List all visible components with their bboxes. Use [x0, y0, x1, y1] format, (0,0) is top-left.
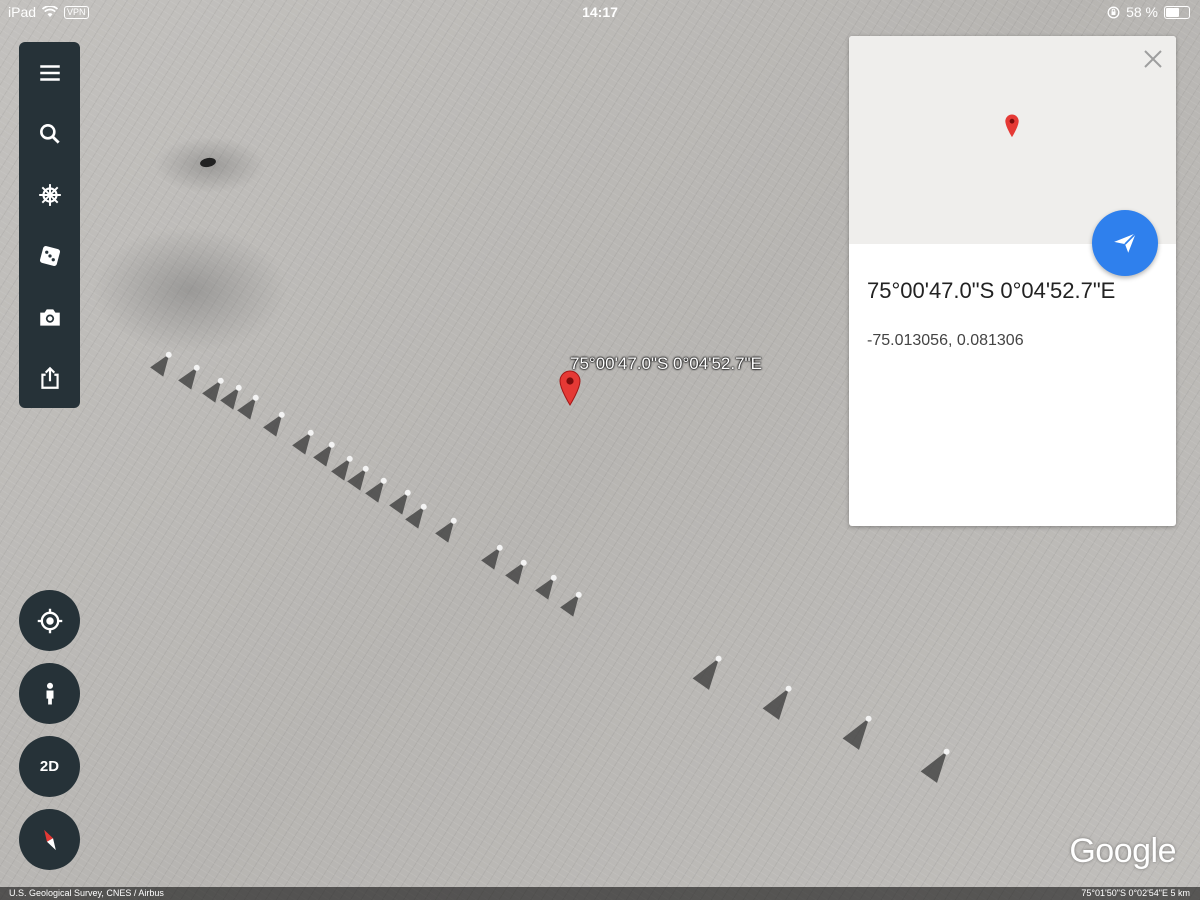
mountain-peak: [263, 409, 289, 437]
cursor-coordinates: 75°01'50"S 0°02'54"E 5 km: [1081, 888, 1190, 898]
search-button[interactable]: [19, 103, 80, 164]
mountain-peak: [535, 572, 561, 600]
my-location-button[interactable]: [19, 590, 80, 651]
mountain-peak: [313, 439, 339, 467]
preview-pin-icon: [1005, 114, 1019, 138]
mountain-peak: [762, 682, 798, 720]
compass-icon: [43, 829, 56, 850]
main-toolbar: [19, 42, 80, 408]
pegman-icon: [46, 682, 53, 704]
orientation-lock-icon: [1107, 6, 1120, 18]
mountain-peak: [178, 362, 204, 390]
mountain-peak: [405, 501, 431, 529]
send-icon: [1114, 232, 1137, 253]
share-button[interactable]: [19, 347, 80, 408]
status-bar: iPad VPN 14:17 58 %: [0, 0, 1200, 26]
close-icon[interactable]: [1142, 48, 1164, 70]
feeling-lucky-button[interactable]: [19, 225, 80, 286]
view-mode-label: 2D: [39, 758, 60, 775]
voyager-wheel-icon: [38, 183, 61, 206]
my-location-icon: [37, 608, 62, 633]
menu-button[interactable]: [19, 42, 80, 103]
mountain-peak: [560, 589, 586, 617]
placemark-pin-icon[interactable]: [558, 369, 582, 406]
snapshot-button[interactable]: [19, 286, 80, 347]
battery-icon: [1164, 5, 1190, 19]
compass-button[interactable]: [19, 809, 80, 870]
battery-percent: 58 %: [1126, 4, 1158, 20]
mountain-peak: [292, 427, 318, 455]
location-info-card: 75°00'47.0"S 0°04'52.7"E -75.013056, 0.0…: [849, 36, 1176, 526]
decimal-coordinates: -75.013056, 0.081306: [867, 332, 1024, 349]
share-location-button[interactable]: [1092, 210, 1158, 276]
mountain-peak: [435, 515, 461, 543]
share-icon: [40, 366, 59, 389]
mountain-peak: [842, 712, 878, 750]
mountain-peak: [920, 745, 956, 783]
clock: 14:17: [582, 4, 618, 20]
dice-icon: [39, 245, 60, 266]
mountain-peak: [365, 475, 391, 503]
attribution-bar: U.S. Geological Survey, CNES / Airbus 75…: [0, 887, 1200, 900]
imagery-attribution[interactable]: U.S. Geological Survey, CNES / Airbus: [9, 887, 164, 900]
mountain-peak: [150, 349, 176, 377]
menu-icon: [39, 64, 60, 81]
street-view-button[interactable]: [19, 663, 80, 724]
search-icon: [39, 123, 60, 144]
camera-icon: [39, 308, 60, 326]
map-crater: [199, 156, 217, 169]
view-mode-toggle[interactable]: 2D: [19, 736, 80, 797]
mountain-peak: [505, 557, 531, 585]
mountain-peak: [692, 652, 728, 690]
mountain-peak: [481, 542, 507, 570]
location-title: 75°00'47.0"S 0°04'52.7"E: [867, 278, 1116, 303]
placemark-label[interactable]: 75°00'47.0"S 0°04'52.7"E: [570, 354, 762, 374]
voyager-button[interactable]: [19, 164, 80, 225]
google-logo: Google: [1069, 832, 1176, 870]
